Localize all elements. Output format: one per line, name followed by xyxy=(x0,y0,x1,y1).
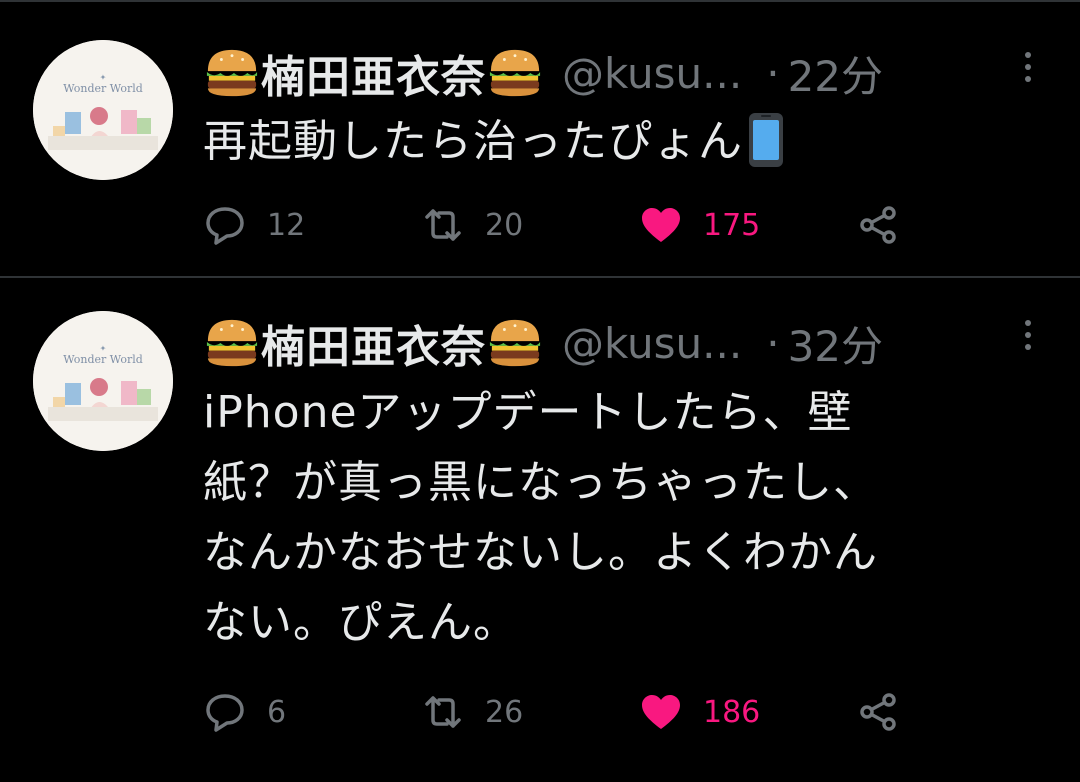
more-options-icon[interactable] xyxy=(1018,52,1038,88)
hamburger-emoji-icon xyxy=(489,49,541,97)
tweet-text-content: 再起動したら治ったぴょん xyxy=(203,116,743,167)
tweet-text: 再起動したら治ったぴょん xyxy=(203,107,1033,177)
timestamp[interactable]: 32分 xyxy=(788,313,883,374)
display-name[interactable]: 楠田亜衣奈 xyxy=(261,41,486,105)
reply-button[interactable]: 6 xyxy=(203,687,286,737)
reply-icon xyxy=(206,207,244,245)
display-name[interactable]: 楠田亜衣奈 xyxy=(261,311,486,375)
tweet-text: iPhoneアップデートしたら、壁 紙？が真っ黒になっちゃったし、 なんかなおせ… xyxy=(203,378,1033,658)
tweet-text-line: iPhoneアップデートしたら、壁 xyxy=(203,387,853,438)
tweet[interactable]: ✦ Wonder World 楠田亜衣奈 @kusu... · 22分 再起動したら治… xyxy=(0,2,1080,277)
tweet-actions: 6 26 186 xyxy=(203,687,923,737)
like-button[interactable]: 175 xyxy=(639,200,760,250)
share-icon xyxy=(860,693,896,731)
more-options-icon[interactable] xyxy=(1018,320,1038,356)
retweet-icon xyxy=(425,696,461,728)
hamburger-emoji-icon xyxy=(206,319,258,367)
mobile-phone-emoji-icon xyxy=(749,113,783,167)
heart-filled-icon xyxy=(642,208,680,242)
timestamp[interactable]: 22分 xyxy=(788,43,883,104)
svg-text:Wonder World: Wonder World xyxy=(63,82,143,95)
tweet-header: 楠田亜衣奈 @kusu... · 32分 xyxy=(203,311,1063,374)
svg-text:✦: ✦ xyxy=(100,73,107,82)
svg-text:✦: ✦ xyxy=(100,344,107,353)
reply-count: 6 xyxy=(267,694,287,730)
hamburger-emoji-icon xyxy=(489,319,541,367)
retweet-count: 20 xyxy=(485,207,524,243)
tweet-text-line: ない。ぴえん。 xyxy=(203,597,518,648)
reply-button[interactable]: 12 xyxy=(203,200,305,250)
share-button[interactable] xyxy=(857,687,901,737)
retweet-count: 26 xyxy=(485,694,524,730)
separator-dot: · xyxy=(766,48,780,98)
tweet-text-line: なんかなおせないし。よくわかん xyxy=(203,527,878,578)
user-handle[interactable]: @kusu... xyxy=(562,49,742,98)
avatar[interactable]: ✦ Wonder World xyxy=(33,40,173,180)
tweet-actions: 12 20 175 xyxy=(203,200,923,250)
tweet-header: 楠田亜衣奈 @kusu... · 22分 xyxy=(203,41,1063,104)
tweet[interactable]: ✦ Wonder World 楠田亜衣奈 @kusu... · 32分 iPhoneア… xyxy=(0,278,1080,782)
like-count: 186 xyxy=(703,694,761,730)
retweet-button[interactable]: 26 xyxy=(421,687,523,737)
retweet-button[interactable]: 20 xyxy=(421,200,523,250)
share-button[interactable] xyxy=(857,200,901,250)
like-count: 175 xyxy=(703,207,761,243)
tweet-text-line: 紙？が真っ黒になっちゃったし、 xyxy=(203,457,878,508)
reply-icon xyxy=(206,694,244,732)
separator-dot: · xyxy=(766,318,780,368)
svg-text:Wonder World: Wonder World xyxy=(63,353,143,366)
avatar[interactable]: ✦ Wonder World xyxy=(33,311,173,451)
share-icon xyxy=(860,206,896,244)
like-button[interactable]: 186 xyxy=(639,687,760,737)
reply-count: 12 xyxy=(267,207,306,243)
heart-filled-icon xyxy=(642,695,680,729)
retweet-icon xyxy=(425,209,461,241)
hamburger-emoji-icon xyxy=(206,49,258,97)
user-handle[interactable]: @kusu... xyxy=(562,319,742,368)
